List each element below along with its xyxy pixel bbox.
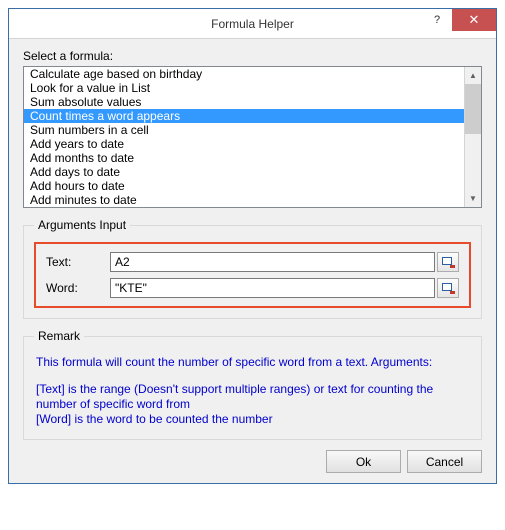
remark-legend: Remark bbox=[34, 329, 84, 343]
window-title: Formula Helper bbox=[211, 17, 294, 31]
list-item[interactable]: Sum numbers in a cell bbox=[24, 123, 481, 137]
scroll-thumb[interactable] bbox=[465, 84, 481, 134]
scrollbar[interactable]: ▲ ▼ bbox=[464, 67, 481, 207]
text-label: Text: bbox=[46, 255, 110, 269]
list-item[interactable]: Add minutes to date bbox=[24, 193, 481, 207]
remark-line1: This formula will count the number of sp… bbox=[36, 355, 469, 370]
text-input[interactable] bbox=[110, 252, 435, 272]
remark-text: This formula will count the number of sp… bbox=[34, 353, 471, 429]
list-item[interactable]: Count times a word appears bbox=[24, 109, 481, 123]
list-item[interactable]: Calculate age based on birthday bbox=[24, 67, 481, 81]
arguments-highlight-box: Text: Word: bbox=[34, 242, 471, 308]
range-selector-icon bbox=[442, 257, 454, 267]
list-item[interactable]: Add months to date bbox=[24, 151, 481, 165]
list-item[interactable]: Look for a value in List bbox=[24, 81, 481, 95]
remark-line3: [Word] is the word to be counted the num… bbox=[36, 412, 469, 427]
range-selector-icon bbox=[442, 283, 454, 293]
arguments-legend: Arguments Input bbox=[34, 218, 130, 232]
scroll-up-button[interactable]: ▲ bbox=[465, 67, 481, 84]
help-icon: ? bbox=[434, 14, 440, 26]
word-label: Word: bbox=[46, 281, 110, 295]
formula-listbox[interactable]: Calculate age based on birthdayLook for … bbox=[23, 66, 482, 208]
list-item[interactable]: Sum absolute values bbox=[24, 95, 481, 109]
word-input[interactable] bbox=[110, 278, 435, 298]
cancel-button[interactable]: Cancel bbox=[407, 450, 482, 473]
ok-button[interactable]: Ok bbox=[326, 450, 401, 473]
select-formula-label: Select a formula: bbox=[23, 49, 482, 63]
argument-row-text: Text: bbox=[46, 252, 459, 272]
list-item[interactable]: Add years to date bbox=[24, 137, 481, 151]
list-item[interactable]: Add days to date bbox=[24, 165, 481, 179]
argument-row-word: Word: bbox=[46, 278, 459, 298]
titlebar-buttons: ? ✕ bbox=[422, 9, 496, 38]
formula-helper-dialog: Formula Helper ? ✕ Select a formula: Cal… bbox=[8, 8, 497, 484]
close-button[interactable]: ✕ bbox=[452, 9, 496, 31]
scroll-down-button[interactable]: ▼ bbox=[465, 190, 481, 207]
help-button[interactable]: ? bbox=[422, 9, 452, 31]
remark-fieldset: Remark This formula will count the numbe… bbox=[23, 329, 482, 440]
button-row: Ok Cancel bbox=[23, 450, 482, 473]
word-range-selector-button[interactable] bbox=[437, 278, 459, 298]
close-icon: ✕ bbox=[469, 12, 480, 28]
titlebar: Formula Helper ? ✕ bbox=[9, 9, 496, 39]
arguments-fieldset: Arguments Input Text: Word: bbox=[23, 218, 482, 319]
dialog-content: Select a formula: Calculate age based on… bbox=[9, 39, 496, 483]
remark-line2: [Text] is the range (Doesn't support mul… bbox=[36, 382, 469, 412]
text-range-selector-button[interactable] bbox=[437, 252, 459, 272]
list-item[interactable]: Add hours to date bbox=[24, 179, 481, 193]
